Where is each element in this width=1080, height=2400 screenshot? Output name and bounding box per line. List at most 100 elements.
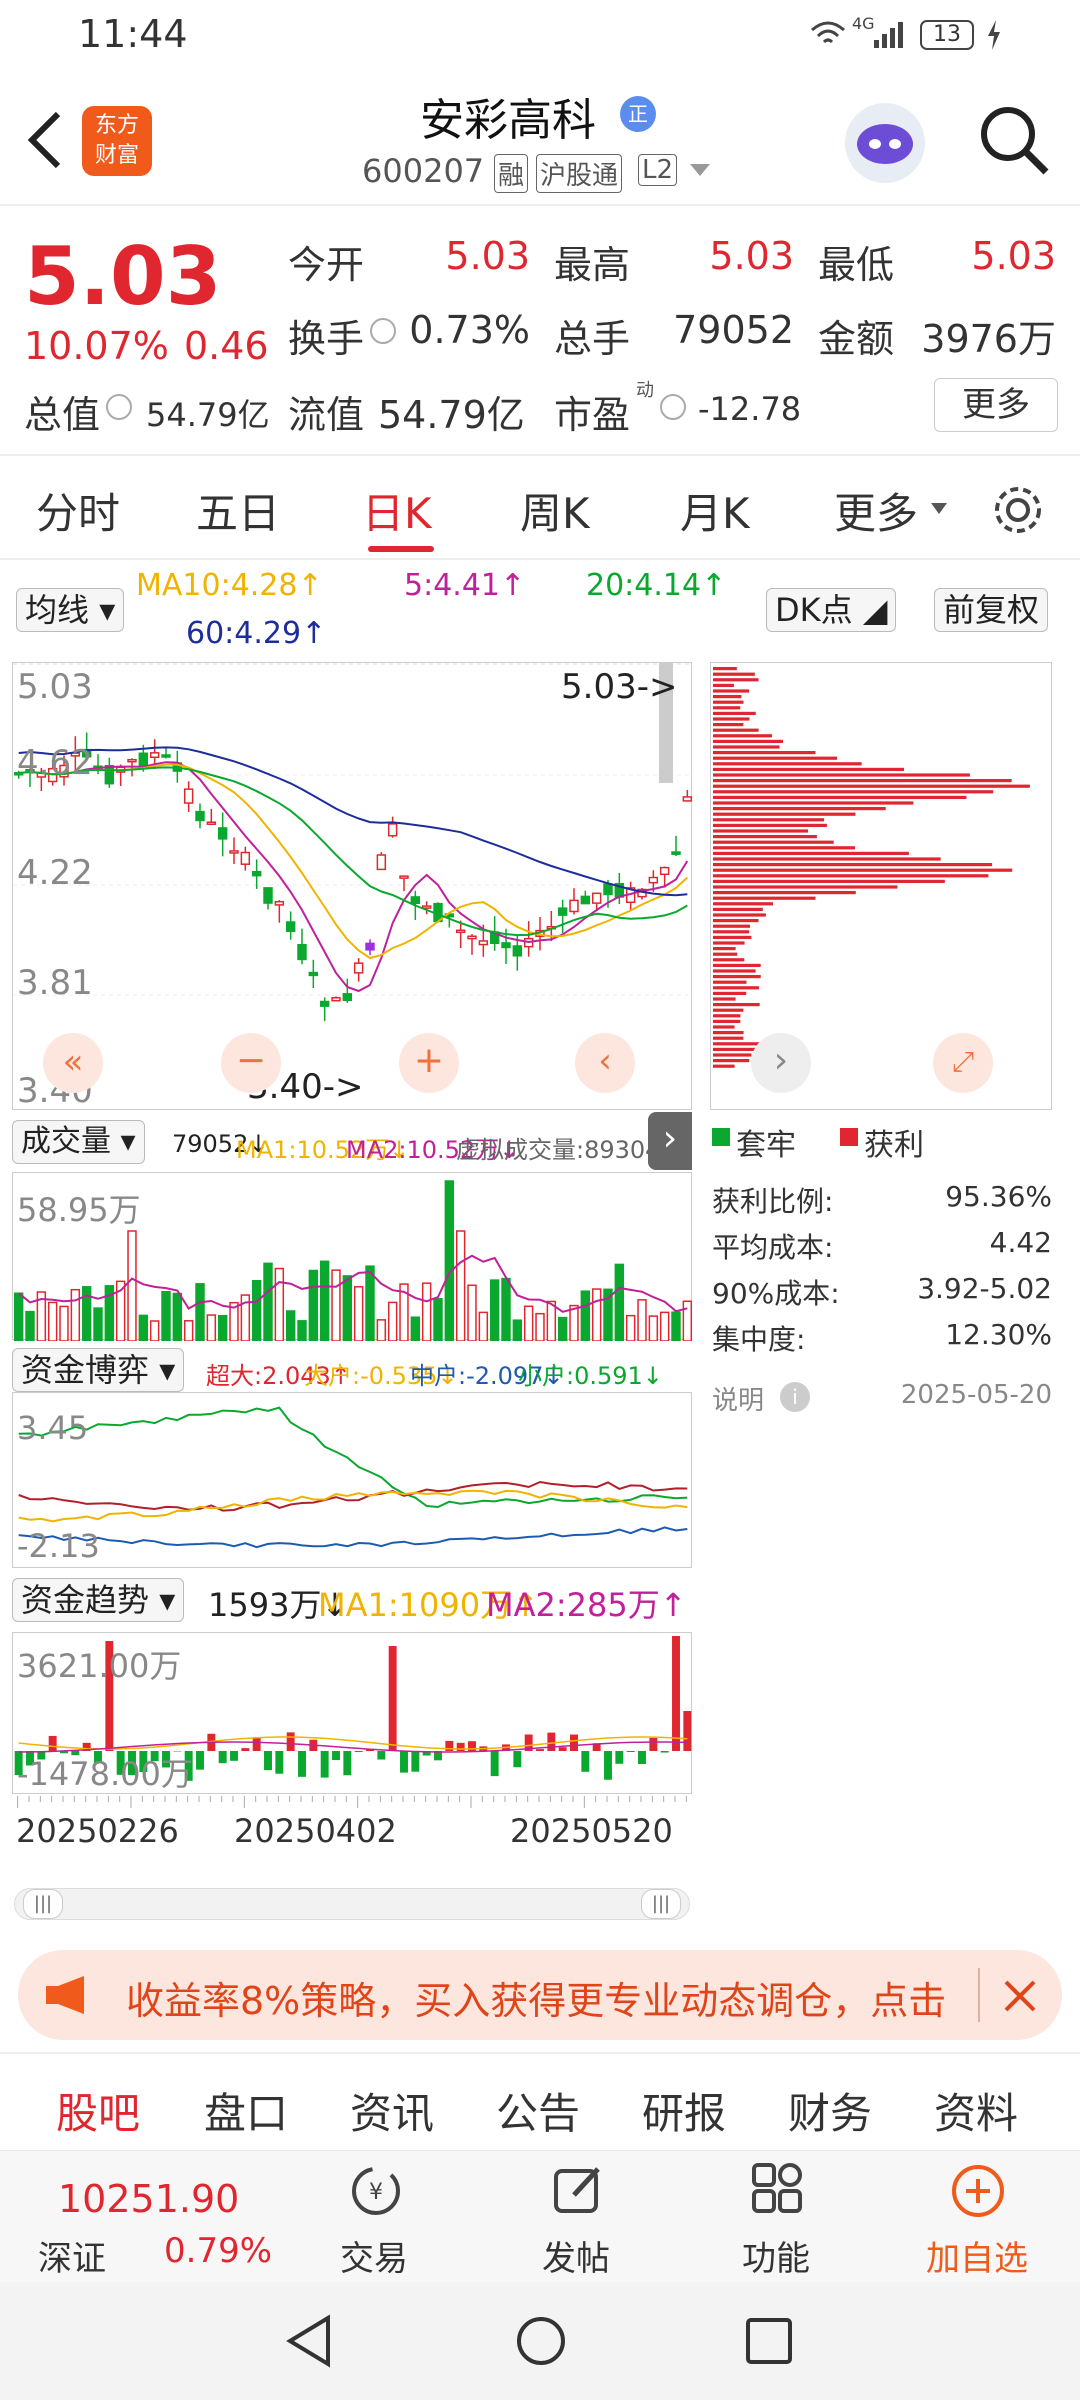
function-button[interactable]: 功能 [742, 2231, 810, 2280]
candle-body [308, 971, 319, 977]
fund-game-select-label: 资金博弈 [21, 1351, 150, 1389]
post-button[interactable]: 发帖 [542, 2231, 610, 2280]
candle-body [580, 895, 591, 905]
chip-bar [713, 1031, 744, 1035]
change-amount: 0.46 [184, 324, 269, 368]
kline-y-max: 5.03 [17, 667, 93, 707]
nav-back-icon[interactable] [284, 2312, 336, 2370]
tab-news[interactable]: 资讯 [350, 2080, 434, 2141]
tab-weekly-k[interactable]: 周K [520, 480, 590, 541]
trend-ma2: MA2:285万↑ [486, 1586, 687, 1624]
info-icon[interactable] [660, 394, 686, 420]
volume-bar [489, 1279, 500, 1341]
trend-bar [649, 1737, 658, 1751]
chip-bar [713, 762, 862, 766]
grid-icon [752, 2163, 802, 2213]
system-nav-bar [0, 2282, 1080, 2400]
chip-row-label: 90%成本: [712, 1277, 840, 1310]
candle-body [161, 754, 171, 758]
info-icon[interactable]: i [780, 1382, 810, 1412]
trend-bar [570, 1734, 578, 1751]
stock-badge: 正 [620, 96, 656, 132]
trend-bar [581, 1751, 590, 1772]
candle-body [331, 997, 341, 1002]
settings-gear-icon[interactable] [990, 482, 1046, 538]
fund-game-chart: 3.45 -2.13 [12, 1392, 692, 1568]
scroll-left-button[interactable]: ‹ [575, 1033, 635, 1093]
info-icon[interactable] [370, 318, 396, 344]
zoom-in-button[interactable]: + [399, 1033, 459, 1093]
candle-body [399, 875, 409, 879]
scroll-handle-right[interactable]: ||| [641, 1889, 681, 1919]
candle-body [410, 896, 421, 905]
volume-bar [183, 1320, 194, 1341]
trap-legend-label: 套牢 [736, 1128, 796, 1163]
nav-home-icon[interactable] [514, 2314, 568, 2368]
chip-bar [713, 851, 909, 855]
divider [978, 1968, 980, 2022]
fq-button[interactable]: 前复权 [934, 588, 1049, 632]
tab-guba[interactable]: 股吧 [56, 2080, 140, 2141]
tab-intraday[interactable]: 分时 [36, 480, 120, 541]
zoom-out-button[interactable]: − [221, 1033, 281, 1093]
volume-select[interactable]: 成交量 ▾ [12, 1120, 145, 1164]
chip-next-button[interactable]: › [751, 1033, 811, 1093]
kline-chart[interactable]: 5.03 4.62 4.22 3.81 3.40 5.03-> 3.40-> «… [12, 662, 693, 1111]
scroll-handle-left[interactable]: ||| [23, 1889, 63, 1919]
ma10-label: MA10:4.28↑ [136, 568, 323, 603]
chip-distribution-chart[interactable]: › ⤢ [710, 662, 1052, 1110]
tab-announcement[interactable]: 公告 [496, 2080, 580, 2141]
trend-bar [388, 1646, 397, 1751]
info-icon[interactable] [106, 394, 132, 420]
tab-research[interactable]: 研报 [642, 2080, 726, 2141]
dk-point-select[interactable]: DK点 ◢ [766, 588, 897, 632]
tab-five-day[interactable]: 五日 [196, 480, 280, 541]
tab-finance[interactable]: 财务 [788, 2080, 872, 2141]
tag-l2: L2 [638, 154, 678, 186]
kline-y-3: 4.22 [17, 853, 93, 893]
expand-panel-button[interactable]: › [648, 1112, 692, 1170]
expand-icon[interactable]: ⤢ [933, 1033, 993, 1093]
virtual-volume: 虚拟成交量:89304 [456, 1136, 661, 1164]
scroll-left-fast-button[interactable]: « [43, 1033, 103, 1093]
ma-select[interactable]: 均线 ▾ [16, 588, 125, 632]
candle-body [387, 823, 398, 837]
tab-daily-k[interactable]: 日K [362, 480, 432, 541]
tab-pankou[interactable]: 盘口 [204, 2080, 288, 2141]
trend-bar [672, 1636, 680, 1751]
nav-recents-icon[interactable] [744, 2316, 794, 2366]
search-icon[interactable] [976, 102, 1052, 178]
candle-body [353, 962, 364, 974]
candle-body [297, 944, 307, 961]
chip-bar [713, 1059, 750, 1063]
candle-body [478, 940, 489, 946]
fund-trend-chart: 3621.00万 -1478.00万 [12, 1632, 692, 1794]
chip-bar [713, 879, 945, 883]
tab-more[interactable]: 更多 [834, 480, 918, 541]
chip-bar [713, 835, 817, 839]
fund-game-select[interactable]: 资金博弈 ▾ [12, 1348, 185, 1392]
app-logo[interactable]: 东方 财富 [82, 106, 152, 176]
robot-avatar-icon[interactable] [840, 98, 930, 188]
volume-bar [580, 1290, 591, 1341]
close-icon[interactable] [1002, 1978, 1038, 2014]
volume-bar [308, 1269, 319, 1341]
timeline-scrollbar[interactable]: ||| ||| [14, 1888, 690, 1920]
chip-bar [713, 991, 747, 995]
promo-banner[interactable]: 收益率8%策略，买入获得更专业动态调仓，点击 [18, 1950, 1062, 2040]
index-percent: 0.79% [164, 2231, 273, 2271]
candle-body [342, 993, 353, 1002]
trend-bar [298, 1751, 306, 1777]
fund-trend-select[interactable]: 资金趋势 ▾ [12, 1578, 185, 1622]
tab-monthly-k[interactable]: 月K [680, 480, 750, 541]
dropdown-icon[interactable] [688, 162, 712, 178]
more-button[interactable]: 更多 [934, 378, 1058, 432]
pe-label: 市盈 [554, 393, 631, 437]
fund-big-line [18, 1489, 688, 1523]
back-icon[interactable] [22, 108, 66, 172]
chip-note-link[interactable]: 说明 [712, 1380, 764, 1417]
trade-button[interactable]: 交易 [340, 2231, 408, 2280]
add-watchlist-button[interactable]: 加自选 [926, 2231, 1028, 2280]
tab-profile[interactable]: 资料 [934, 2080, 1018, 2141]
candle-body [195, 810, 205, 822]
